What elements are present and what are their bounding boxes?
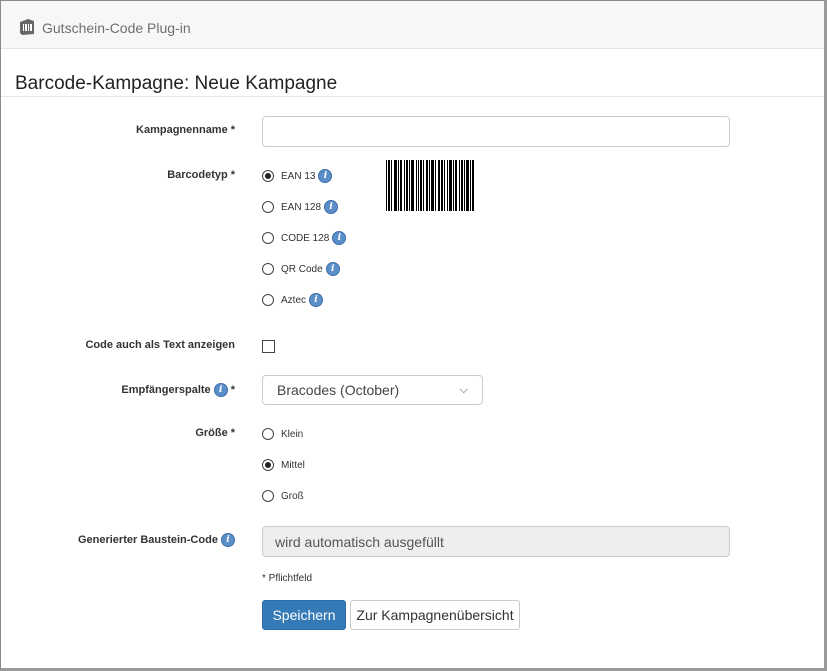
radio-label: EAN 128 [281, 201, 322, 213]
barcode-type-label: Barcodetyp * [167, 169, 235, 181]
title-divider [1, 96, 824, 97]
radio-button[interactable] [262, 263, 274, 275]
radio-button[interactable] [262, 170, 274, 182]
page-title: Barcode-Kampagne: Neue Kampagne [15, 73, 338, 94]
radio-button[interactable] [262, 428, 274, 440]
info-icon[interactable]: i [221, 533, 235, 547]
info-icon[interactable]: i [318, 169, 333, 183]
radio-button[interactable] [262, 232, 274, 244]
radio-label: Klein [281, 428, 304, 440]
barcode-tag-icon [20, 19, 34, 35]
info-icon[interactable]: i [325, 262, 340, 276]
campaign-name-label: Kampagnenname * [136, 124, 235, 136]
info-icon[interactable]: i [324, 200, 339, 214]
barcode-preview-image [386, 160, 474, 211]
radio-button[interactable] [262, 459, 274, 471]
campaign-overview-button[interactable]: Zur Kampagnenübersicht [350, 600, 520, 630]
show-text-label: Code auch als Text anzeigen [85, 339, 235, 351]
radio-label: QR Code [281, 263, 323, 275]
radio-aztec[interactable]: Aztec i [262, 292, 324, 308]
app-header: Gutschein-Code Plug-in [1, 1, 824, 49]
info-icon[interactable]: i [213, 383, 228, 397]
radio-size-medium[interactable]: Mittel [262, 457, 305, 473]
radio-label: CODE 128 [281, 232, 330, 244]
radio-button[interactable] [262, 490, 274, 502]
save-button[interactable]: Speichern [262, 600, 346, 630]
radio-label: Aztec [281, 294, 307, 306]
recipient-column-label: Empfängerspalte i * [121, 383, 235, 397]
radio-size-large[interactable]: Groß [262, 488, 304, 504]
radio-ean128[interactable]: EAN 128 i [262, 199, 339, 215]
recipient-column-select[interactable]: Bracodes (October) ⌵ [262, 375, 483, 405]
select-value: Bracodes (October) [277, 382, 400, 398]
show-text-checkbox[interactable] [262, 340, 275, 353]
app-title: Gutschein-Code Plug-in [42, 20, 191, 36]
size-label: Größe * [195, 427, 235, 439]
radio-button[interactable] [262, 201, 274, 213]
generated-code-field: wird automatisch ausgefüllt [262, 526, 730, 557]
info-icon[interactable]: i [332, 231, 347, 245]
campaign-name-input[interactable] [262, 116, 730, 147]
info-icon[interactable]: i [309, 293, 324, 307]
window-frame [0, 0, 827, 671]
radio-button[interactable] [262, 294, 274, 306]
generated-code-label: Generierter Baustein-Code i [78, 533, 235, 547]
radio-label: Groß [281, 490, 304, 502]
radio-code128[interactable]: CODE 128 i [262, 230, 347, 246]
chevron-down-icon: ⌵ [459, 384, 468, 396]
required-field-hint: * Pflichtfeld [262, 573, 313, 584]
radio-ean13[interactable]: EAN 13 i [262, 168, 333, 184]
radio-label: Mittel [281, 459, 305, 471]
radio-qr-code[interactable]: QR Code i [262, 261, 340, 277]
radio-size-small[interactable]: Klein [262, 426, 303, 442]
radio-label: EAN 13 [281, 170, 316, 182]
